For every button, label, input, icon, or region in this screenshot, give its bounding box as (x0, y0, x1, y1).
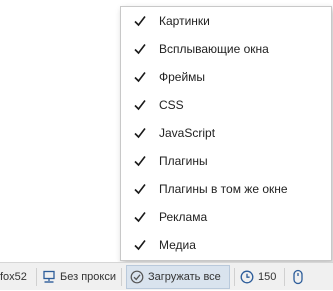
menu-item-label: Плагины в том же окне (159, 182, 288, 196)
clock-icon (240, 270, 254, 284)
status-bar: fox52 Без прокси Загружать все 150 (0, 262, 333, 290)
menu-item-plugins-same-window[interactable]: Плагины в том же окне (121, 175, 331, 203)
proxy-button[interactable]: Без прокси (42, 263, 116, 291)
menu-item-label: CSS (159, 98, 184, 112)
load-all-label: Загружать все (148, 271, 221, 283)
menu-item-label: JavaScript (159, 126, 216, 140)
proxy-label: Без прокси (60, 271, 116, 283)
check-circle-icon (130, 270, 144, 284)
checkmark-icon (134, 128, 146, 139)
load-all-button[interactable]: Загружать все (130, 263, 221, 291)
timeout-value: 150 (258, 271, 277, 283)
checkmark-icon (134, 16, 146, 27)
checkmark-icon (134, 72, 146, 83)
menu-item-css[interactable]: CSS (121, 91, 331, 119)
menu-item-label: Реклама (159, 210, 208, 224)
statusbar-divider (121, 268, 122, 286)
checkmark-icon (134, 212, 146, 223)
menu-item-label: Всплывающие окна (159, 42, 269, 56)
mouse-button[interactable] (292, 263, 304, 291)
checkmark-icon (134, 156, 146, 167)
menu-item-label: Фреймы (159, 70, 206, 84)
checkmark-icon (134, 100, 146, 111)
checkmark-icon (134, 184, 146, 195)
menu-item-ads[interactable]: Реклама (121, 203, 331, 231)
menu-item-media[interactable]: Медиа (121, 231, 331, 259)
menu-item-images[interactable]: Картинки (121, 7, 331, 35)
statusbar-divider (234, 268, 235, 286)
menu-item-label: Медиа (159, 238, 196, 252)
profile-text: fox52 (0, 271, 27, 283)
content-settings-menu: Картинки Всплывающие окна Фреймы CSS Jav… (120, 6, 332, 261)
menu-item-plugins[interactable]: Плагины (121, 147, 331, 175)
menu-item-javascript[interactable]: JavaScript (121, 119, 331, 147)
menu-item-popups[interactable]: Всплывающие окна (121, 35, 331, 63)
checkmark-icon (134, 240, 146, 251)
mouse-icon (293, 269, 303, 285)
menu-item-label: Плагины (159, 154, 208, 168)
menu-item-frames[interactable]: Фреймы (121, 63, 331, 91)
checkmark-icon (134, 44, 146, 55)
network-computer-icon (43, 270, 55, 283)
statusbar-divider (284, 268, 285, 286)
menu-item-label: Картинки (159, 14, 210, 28)
statusbar-divider (36, 268, 37, 286)
profile-status[interactable]: fox52 (0, 263, 27, 291)
timeout-button[interactable]: 150 (240, 263, 276, 291)
